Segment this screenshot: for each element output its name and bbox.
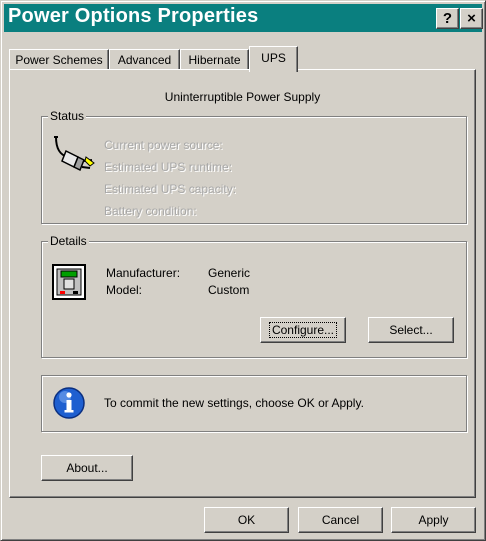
information-icon — [53, 387, 85, 419]
help-icon: ? — [442, 10, 453, 27]
close-button[interactable]: × — [460, 8, 483, 29]
ups-device-icon — [52, 264, 86, 300]
details-legend: Details — [48, 234, 89, 248]
current-power-source-label: Current power source: — [104, 138, 223, 152]
select-button[interactable]: Select... — [368, 317, 454, 343]
power-options-window: Power Options Properties ? × Power Schem… — [0, 0, 486, 541]
cancel-button[interactable]: Cancel — [298, 507, 383, 533]
title-bar[interactable]: Power Options Properties ? × — [4, 4, 483, 32]
ok-button[interactable]: OK — [204, 507, 289, 533]
tab-hibernate[interactable]: Hibernate — [180, 49, 249, 70]
help-button[interactable]: ? — [436, 8, 459, 29]
close-icon: × — [467, 10, 476, 27]
configure-button[interactable]: Configure... — [260, 317, 346, 343]
battery-condition-label: Battery condition: — [104, 204, 197, 218]
configure-button-label: Configure... — [268, 322, 338, 338]
status-group: Status Current power source: Estimated U… — [41, 109, 467, 224]
tab-advanced[interactable]: Advanced — [109, 49, 180, 70]
manufacturer-label: Manufacturer: — [106, 266, 181, 280]
info-box: To commit the new settings, choose OK or… — [41, 375, 467, 432]
estimated-capacity-label: Estimated UPS capacity: — [104, 182, 237, 196]
ups-tab-panel: Uninterruptible Power Supply Status Curr… — [9, 69, 476, 498]
info-message: To commit the new settings, choose OK or… — [104, 396, 364, 410]
model-label: Model: — [106, 283, 143, 297]
model-value: Custom — [208, 283, 250, 297]
window-title: Power Options Properties — [8, 5, 259, 27]
tab-power-schemes[interactable]: Power Schemes — [9, 49, 109, 70]
tab-ups[interactable]: UPS — [249, 46, 298, 72]
details-group: Details Manufacturer: Generic Model: Cus… — [41, 234, 467, 358]
apply-button[interactable]: Apply — [391, 507, 476, 533]
status-legend: Status — [48, 109, 87, 123]
ups-heading: Uninterruptible Power Supply — [164, 90, 321, 104]
manufacturer-value: Generic — [208, 266, 251, 280]
estimated-runtime-label: Estimated UPS runtime: — [104, 160, 233, 174]
power-plug-icon — [54, 136, 95, 172]
about-button[interactable]: About... — [41, 455, 133, 481]
status-lines: Current power source: Estimated UPS runt… — [104, 134, 236, 222]
